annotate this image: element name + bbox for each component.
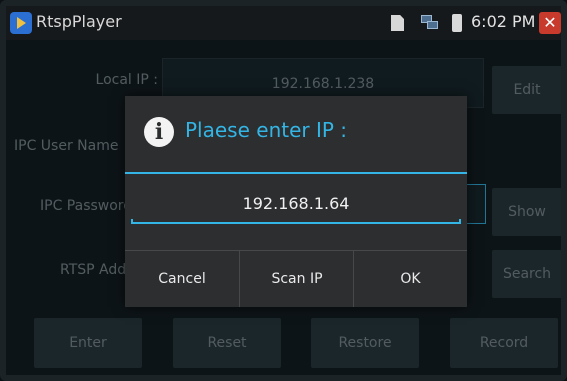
dialog-header: i Plaese enter IP : (125, 96, 467, 172)
device-screen: RtspPlayer 6:02 PM ✕ Local IP : 192.168.… (0, 0, 567, 381)
dialog-title-divider (125, 172, 467, 174)
main-panel: Local IP : 192.168.1.238 Edit IPC User N… (6, 40, 561, 375)
info-icon: i (144, 117, 174, 147)
app-title: RtspPlayer (36, 12, 122, 31)
battery-icon (452, 14, 462, 32)
ip-input-underline (131, 219, 461, 224)
network-icon (421, 15, 439, 31)
scan-ip-button[interactable]: Scan IP (240, 251, 354, 307)
app-icon (10, 12, 32, 34)
dialog-title: Plaese enter IP : (185, 118, 348, 142)
ok-button[interactable]: OK (354, 251, 467, 307)
title-bar: RtspPlayer 6:02 PM ✕ (6, 6, 561, 40)
sd-card-icon (391, 15, 404, 31)
enter-ip-dialog: i Plaese enter IP : Cancel Scan IP OK (125, 96, 467, 307)
close-icon[interactable]: ✕ (539, 12, 561, 34)
ip-input[interactable] (131, 186, 461, 220)
cancel-button[interactable]: Cancel (125, 251, 239, 307)
status-clock: 6:02 PM (471, 12, 536, 31)
